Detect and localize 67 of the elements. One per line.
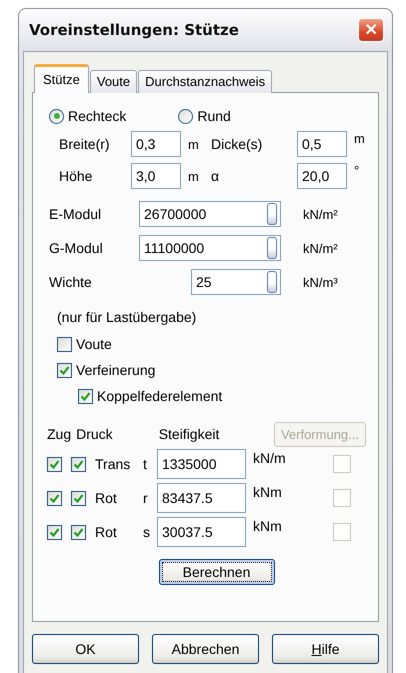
checkbox-label: Koppelfederelement (97, 388, 222, 404)
field-label: Breite(r) (59, 136, 111, 152)
field-label: Höhe (59, 168, 94, 184)
column-header: Druck (76, 426, 113, 442)
dialog-button[interactable]: Hilfe (272, 634, 379, 664)
spring-label: Rot (95, 490, 118, 506)
checkbox[interactable] (78, 388, 93, 404)
checkbox[interactable] (71, 490, 86, 506)
spin-field[interactable]: 25 (191, 269, 281, 295)
spring-label: Trans (95, 456, 132, 472)
input-field[interactable]: 20,0 (297, 163, 347, 189)
field-label: α (211, 168, 220, 184)
unit-label: kN/m² (302, 206, 339, 222)
dialog-button[interactable]: OK (32, 634, 139, 664)
note-text: (nur für Lastübergabe) (57, 309, 198, 325)
radio-label: Rechteck (68, 108, 126, 124)
unit-label: ° (353, 163, 360, 178)
radio-icon[interactable] (49, 108, 64, 124)
spin-field[interactable]: 11100000 (139, 235, 281, 261)
checkbox[interactable] (47, 456, 62, 472)
column-header: Zug (47, 426, 72, 442)
unit-label: kN/m (252, 449, 287, 466)
checkbox[interactable] (71, 524, 86, 540)
dialog-button[interactable]: Abbrechen (152, 634, 259, 664)
checkbox[interactable] (57, 336, 72, 352)
axis-label: t (143, 456, 148, 472)
unit-label: kN/m³ (302, 274, 339, 290)
spinner-icon[interactable] (267, 203, 277, 225)
column-header: Steifigkeit (158, 426, 220, 442)
checkbox-label: Voute (76, 336, 112, 352)
close-button[interactable]: ✕ (358, 18, 384, 42)
radio-icon[interactable] (178, 108, 194, 124)
tab[interactable]: Stütze (34, 64, 89, 93)
unit-label: m (187, 168, 200, 184)
unit-label: m (353, 131, 366, 146)
tab[interactable]: Durchstanznachweis (138, 70, 272, 93)
input-field[interactable]: 0,5 (297, 131, 347, 157)
spinner-icon[interactable] (267, 237, 277, 259)
window-title: Voreinstellungen: Stütze (29, 21, 239, 39)
input-field[interactable]: 3,0 (131, 163, 181, 189)
field-label: Dicke(s) (211, 136, 264, 152)
checkbox[interactable] (71, 456, 86, 472)
calculate-button[interactable]: Berechnen (158, 559, 274, 585)
input-field[interactable]: 83437.5 (157, 483, 246, 513)
checkbox-label: Verfeinerung (76, 362, 156, 378)
spring-label: Rot (95, 524, 118, 540)
checkbox[interactable] (57, 362, 72, 378)
tab[interactable]: Voute (90, 70, 138, 93)
radio-option[interactable]: Rechteck (49, 108, 126, 124)
spin-field[interactable]: 26700000 (139, 201, 281, 227)
checkbox[interactable] (47, 524, 62, 540)
unit-label: kNm (252, 483, 283, 500)
field-label: Wichte (49, 274, 93, 290)
input-field[interactable]: 0,3 (131, 131, 181, 157)
field-label: G-Modul (49, 240, 104, 256)
axis-label: s (143, 524, 151, 540)
input-field[interactable]: 1335000 (157, 449, 246, 479)
field-label: E-Modul (49, 206, 102, 222)
unit-label: kN/m² (302, 240, 339, 256)
axis-label: r (143, 490, 149, 506)
unit-label: kNm (252, 517, 283, 534)
radio-option[interactable]: Rund (178, 108, 231, 124)
checkbox[interactable] (47, 490, 62, 506)
radio-label: Rund (197, 108, 231, 124)
unit-label: m (187, 136, 200, 152)
spinner-icon[interactable] (267, 271, 277, 293)
input-field[interactable]: 30037.5 (157, 517, 246, 547)
